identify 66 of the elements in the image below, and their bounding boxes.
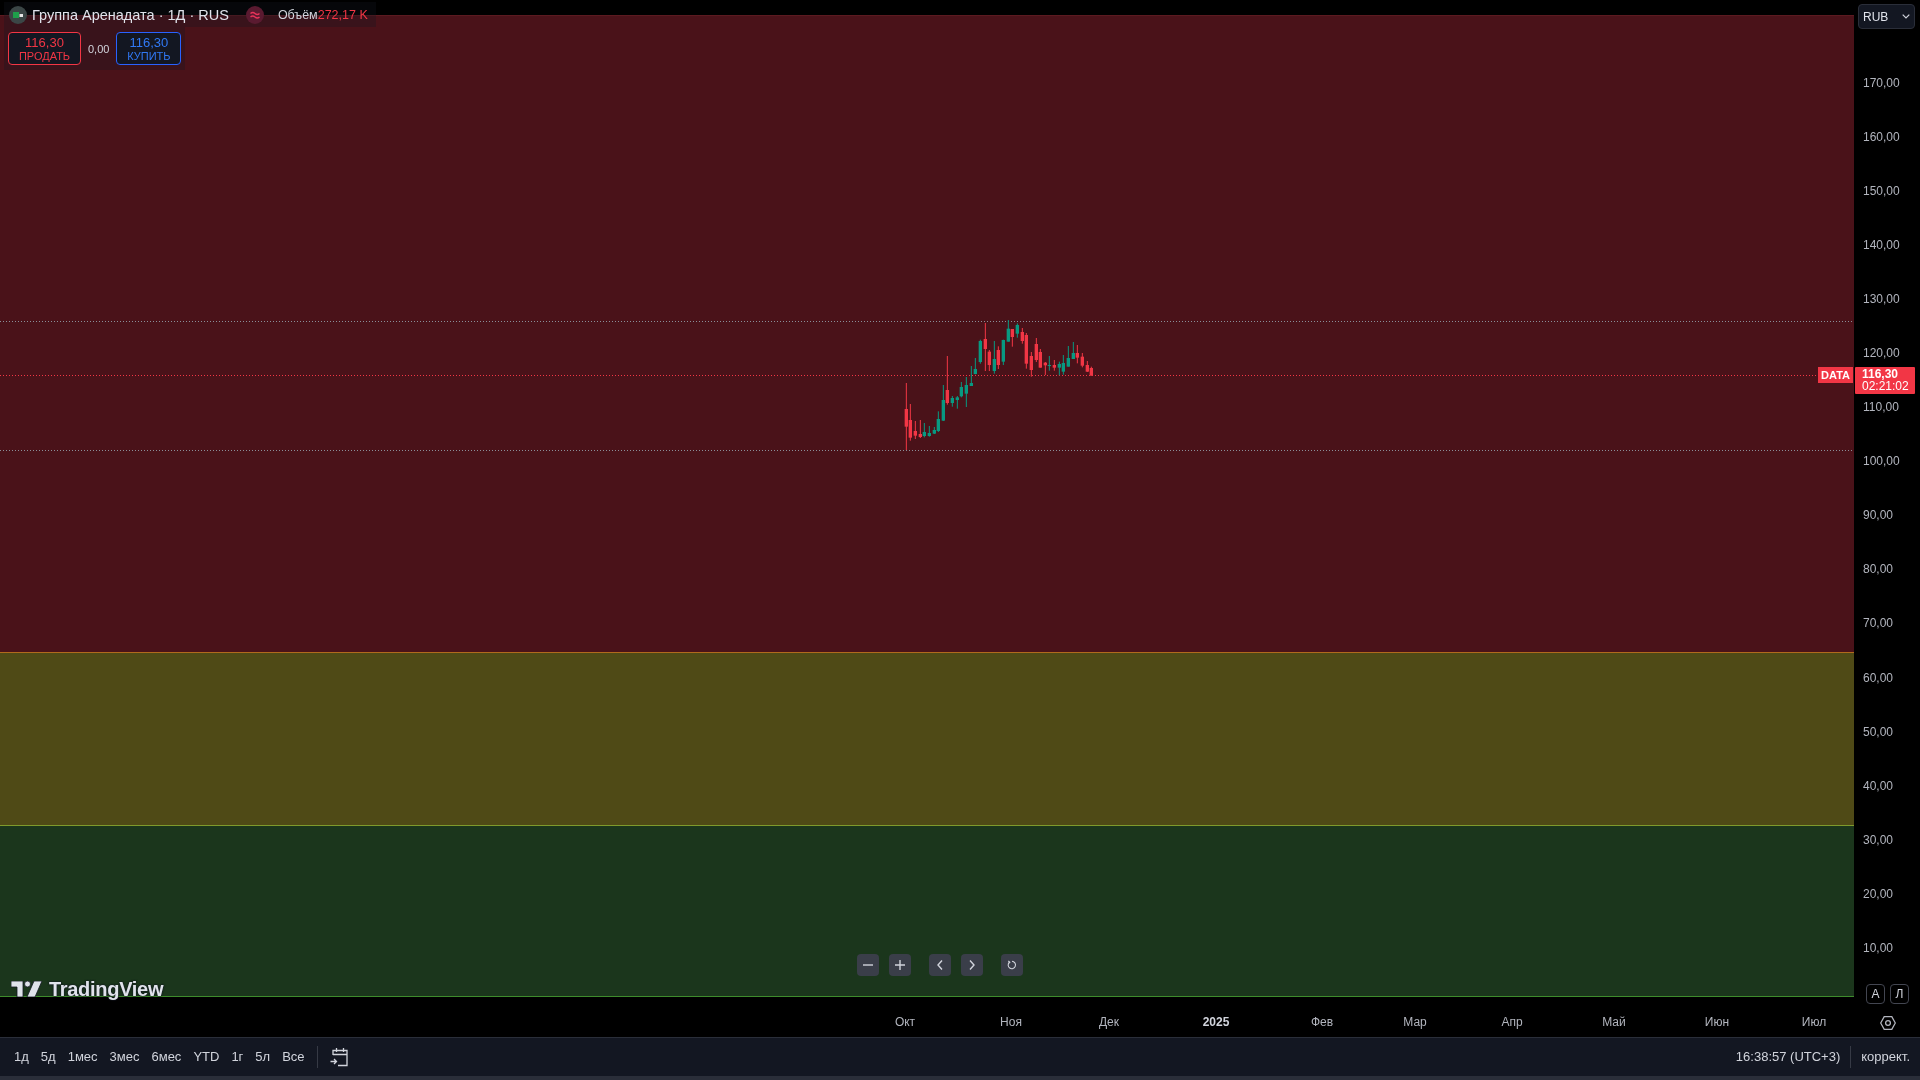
spread-text: 0,00 [88, 42, 110, 55]
price-label: 30,00 [1863, 832, 1894, 847]
company-logo-icon [9, 5, 27, 24]
time-label: Фев [1310, 1015, 1334, 1029]
price-label: 40,00 [1863, 778, 1894, 793]
volume-label: Объём [277, 7, 318, 22]
zoom-in-button[interactable] [889, 954, 911, 976]
time-label: Июл [1801, 1015, 1827, 1029]
price-label: 10,00 [1863, 940, 1894, 955]
chevron-right-icon [969, 960, 975, 970]
wave-icon [245, 5, 264, 24]
scroll-left-button[interactable] [929, 954, 951, 976]
sell-button[interactable]: 116,30 ПРОДАТЬ [8, 32, 81, 65]
zoom-out-button[interactable] [857, 954, 879, 976]
price-label: 50,00 [1863, 724, 1894, 739]
brand-name: TradingView [49, 978, 164, 1000]
range-button[interactable]: 5д [34, 1046, 62, 1068]
buy-button[interactable]: 116,30 КУПИТЬ [116, 32, 182, 65]
range-button[interactable]: Все [276, 1046, 311, 1068]
range-button[interactable]: 6мес [145, 1046, 188, 1068]
chevron-down-icon [1902, 14, 1910, 19]
time-label: Ноя [1000, 1015, 1022, 1029]
price-label: 20,00 [1863, 886, 1894, 901]
price-label: 60,00 [1863, 670, 1894, 685]
logo-icon [11, 981, 42, 997]
range-button[interactable]: 1г [225, 1046, 250, 1068]
price-label: 160,00 [1863, 130, 1900, 145]
range-button[interactable]: 3мес [103, 1046, 146, 1068]
range-button[interactable]: 1мес [61, 1046, 104, 1068]
range-button[interactable]: 5л [249, 1046, 277, 1068]
price-label: 170,00 [1863, 76, 1900, 90]
currency-dropdown[interactable]: RUB [1858, 4, 1915, 29]
symbol-title[interactable]: Группа Аренадата · 1Д · RUS [32, 6, 229, 23]
time-label: Май [1602, 1015, 1626, 1029]
reset-button[interactable] [1001, 954, 1023, 976]
price-label: 80,00 [1863, 562, 1894, 577]
time-label: Июн [1704, 1015, 1730, 1029]
price-label: 90,00 [1863, 508, 1894, 523]
time-label: Дек [1098, 1015, 1120, 1029]
price-label: 150,00 [1863, 184, 1900, 199]
last-price-text: 116,30 [1862, 368, 1900, 380]
countdown-text: 02:21:02 [1862, 380, 1910, 393]
price-label: 70,00 [1863, 616, 1894, 631]
range-button[interactable]: YTD [187, 1046, 226, 1068]
volume-value: 272,17 K [317, 7, 368, 22]
price-label: 110,00 [1863, 400, 1899, 415]
price-label: 100,00 [1863, 454, 1900, 469]
chevron-left-icon [937, 960, 943, 970]
price-label: 120,00 [1863, 346, 1900, 361]
reset-icon [1007, 960, 1017, 970]
symbol-tag: DATA [1818, 367, 1853, 383]
time-label: Апр [1501, 1015, 1523, 1029]
settings-icon[interactable] [1880, 1016, 1896, 1030]
scroll-right-button[interactable] [961, 954, 983, 976]
time-label: 2025 [1202, 1015, 1230, 1029]
clock-text: 16:38:57 (UTC+3) [1735, 1049, 1841, 1065]
calendar-icon [329, 1047, 350, 1067]
price-label: 130,00 [1863, 292, 1900, 307]
scale-mode-button[interactable]: Л [1890, 984, 1909, 1004]
range-button[interactable]: 1д [8, 1046, 35, 1068]
adjustment-button[interactable]: коррект. [1857, 1046, 1912, 1068]
scale-mode-button[interactable]: A [1866, 984, 1885, 1004]
time-label: Окт [894, 1015, 916, 1029]
time-label: Мар [1403, 1015, 1427, 1029]
price-label: 140,00 [1863, 238, 1900, 253]
plus-icon [895, 960, 905, 970]
